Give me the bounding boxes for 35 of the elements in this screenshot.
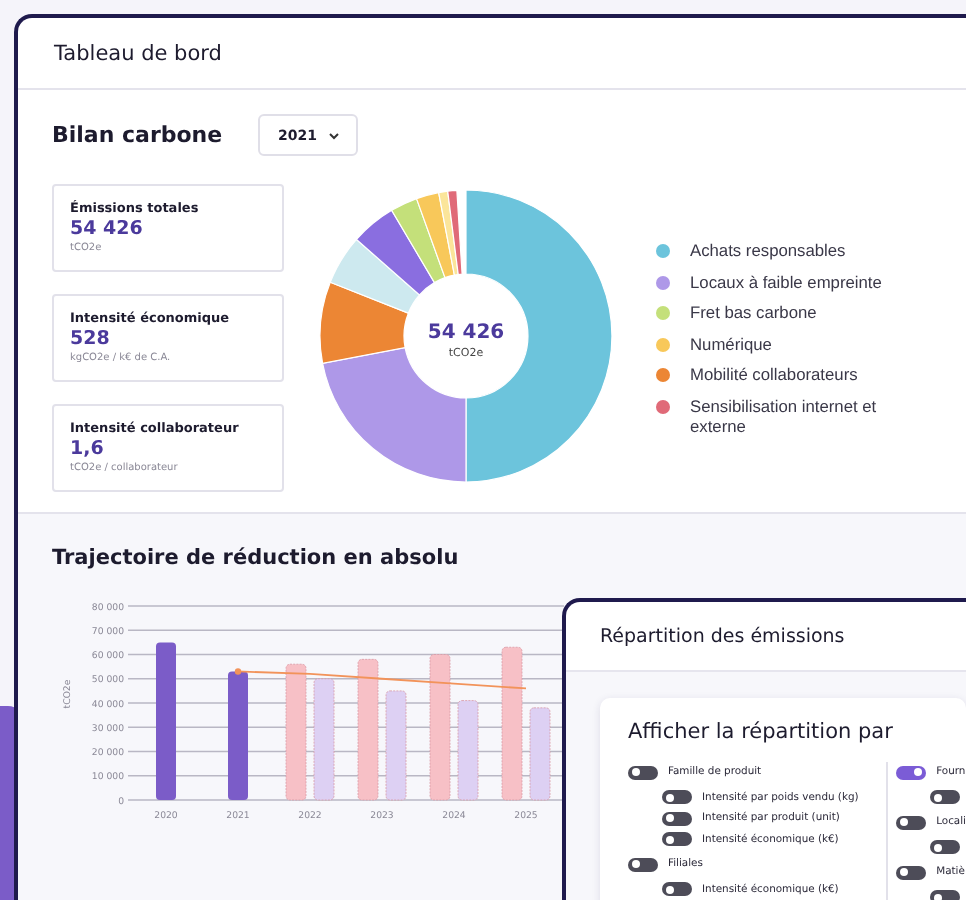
legend-label: Mobilité collaborateurs	[690, 364, 860, 384]
bar	[285, 663, 307, 801]
bar	[357, 658, 379, 801]
donut-center-value: 54 426	[427, 322, 505, 344]
toggle-switch[interactable]	[662, 832, 692, 847]
toggle-switch[interactable]	[930, 890, 961, 900]
bar	[228, 671, 248, 800]
toggle-switch[interactable]	[662, 882, 692, 897]
bar	[529, 707, 551, 801]
toggle-switch[interactable]	[896, 765, 927, 780]
toggle-switch[interactable]	[662, 790, 692, 805]
options-heading: Afficher la répartition par	[628, 720, 893, 744]
toggle-switch[interactable]	[628, 857, 658, 872]
toggle-switch[interactable]	[930, 790, 961, 805]
toggle-switch[interactable]	[896, 865, 927, 880]
legend-label: Achats responsables	[690, 240, 848, 260]
section-title: Bilan carbone	[52, 122, 225, 148]
caret-icon	[328, 131, 341, 139]
kpi-value: 54 426	[70, 218, 143, 240]
legend-label: Sensibilisation internet et externe	[690, 395, 879, 435]
toggle-switch[interactable]	[628, 765, 658, 780]
panel-title: Répartition des émissions	[600, 625, 845, 647]
toggle-switch[interactable]	[930, 840, 961, 855]
bar	[457, 700, 479, 801]
window-title: Tableau de bord	[54, 41, 222, 65]
kpi-value: 1,6	[70, 438, 104, 460]
legend-label: Numérique	[690, 333, 774, 353]
toggle-switch[interactable]	[662, 811, 692, 826]
legend-label: Fret bas carbone	[690, 302, 819, 322]
bar	[385, 690, 407, 801]
toggle-switch[interactable]	[896, 815, 927, 830]
section-title: Trajectoire de réduction en absolu	[52, 546, 459, 570]
bar	[313, 678, 335, 801]
kpi-value: 528	[70, 328, 110, 350]
legend-label: Locaux à faible empreinte	[690, 271, 884, 291]
